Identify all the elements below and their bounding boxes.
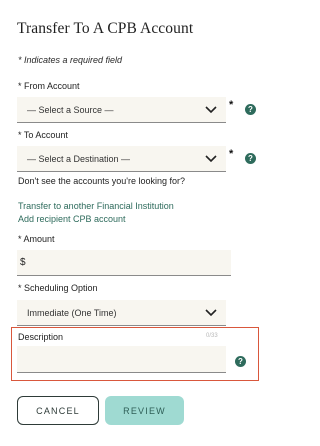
scheduling-value: Immediate (One Time) [27,307,117,318]
chevron-down-icon [204,152,218,166]
required-note: * Indicates a required field [18,55,123,65]
missing-accounts-prompt: Don't see the accounts you're looking fo… [18,176,186,186]
description-field[interactable] [17,346,226,373]
currency-symbol: $ [20,257,26,268]
to-account-label: * To Account [18,130,68,140]
scheduling-select[interactable]: Immediate (One Time) [17,300,226,326]
help-icon[interactable]: ? [245,153,256,164]
help-icon[interactable]: ? [245,104,256,115]
review-button[interactable]: REVIEW [105,396,184,425]
from-account-value: — Select a Source — [27,104,114,115]
amount-field[interactable]: $ [17,250,231,276]
to-account-required-mark: * [229,148,234,160]
to-account-value: — Select a Destination — [27,153,131,164]
amount-label: * Amount [18,234,55,244]
chevron-down-icon [204,306,218,320]
description-char-counter: 0/33 [206,333,218,339]
transfer-other-institution-link[interactable]: Transfer to another Financial Institutio… [18,201,174,211]
from-account-label: * From Account [18,81,80,91]
from-account-select[interactable]: — Select a Source — [17,97,226,123]
help-icon[interactable]: ? [235,356,246,367]
chevron-down-icon [204,103,218,117]
add-recipient-link[interactable]: Add recipient CPB account [18,214,126,224]
page-title: Transfer To A CPB Account [17,20,194,37]
description-label: Description [18,332,64,342]
scheduling-label: * Scheduling Option [18,283,98,293]
from-account-required-mark: * [229,99,234,111]
to-account-select[interactable]: — Select a Destination — [17,146,226,172]
cancel-button[interactable]: CANCEL [17,396,99,425]
